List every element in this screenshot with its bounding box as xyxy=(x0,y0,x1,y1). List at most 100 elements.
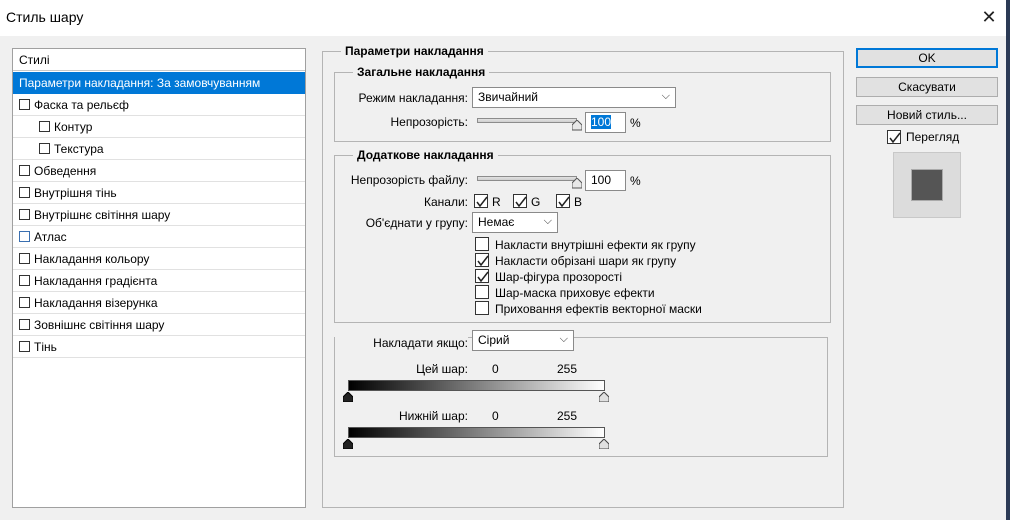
advanced-option-checkbox[interactable] xyxy=(475,285,489,299)
fill-opacity-slider-thumb-icon[interactable] xyxy=(572,178,582,189)
style-checkbox[interactable] xyxy=(39,121,50,132)
channel-b-checkbox[interactable] xyxy=(556,194,570,208)
this-layer-black-slider-icon[interactable] xyxy=(343,392,353,402)
knockout-dropdown[interactable]: Немає ⌵ xyxy=(472,212,558,233)
style-item[interactable]: Внутрішня тінь xyxy=(13,182,305,204)
style-checkbox[interactable] xyxy=(19,187,30,198)
style-item-label: Контур xyxy=(54,120,93,134)
this-layer-max: 255 xyxy=(557,362,578,376)
advanced-option-checkbox[interactable] xyxy=(475,301,489,315)
advanced-option-checkbox[interactable] xyxy=(475,269,489,283)
style-item-label: Параметри накладання: За замовчуванням xyxy=(19,76,261,90)
style-item[interactable]: Контур xyxy=(13,116,305,138)
styles-list: Стилі Параметри накладання: За замовчува… xyxy=(12,48,306,508)
underlying-layer-label: Нижній шар: xyxy=(398,409,468,423)
blend-mode-label: Режим накладання: xyxy=(358,91,468,105)
underlying-layer-white-slider-icon[interactable] xyxy=(599,439,609,449)
fill-opacity-percent: % xyxy=(630,174,641,188)
style-item[interactable]: Атлас xyxy=(13,226,305,248)
knockout-value: Немає xyxy=(478,215,515,229)
style-item[interactable]: Накладання градієнта xyxy=(13,270,305,292)
underlying-layer-gradient[interactable] xyxy=(348,427,605,438)
style-item[interactable]: Зовнішнє світіння шару xyxy=(13,314,305,336)
style-item-label: Атлас xyxy=(34,230,67,244)
preview-swatch xyxy=(911,169,943,201)
checkmark-icon xyxy=(889,132,901,144)
checkmark-icon xyxy=(515,196,527,208)
style-item-label: Тінь xyxy=(34,340,57,354)
style-checkbox[interactable] xyxy=(19,275,30,286)
opacity-slider-thumb-icon[interactable] xyxy=(572,120,582,131)
close-icon[interactable]: ✕ xyxy=(980,6,998,28)
blending-options-group: Параметри накладання Загальне накладання… xyxy=(322,44,844,508)
style-item[interactable]: Текстура xyxy=(13,138,305,160)
style-checkbox[interactable] xyxy=(19,297,30,308)
style-item[interactable]: Накладання кольору xyxy=(13,248,305,270)
cancel-button[interactable]: Скасувати xyxy=(856,77,998,97)
style-checkbox[interactable] xyxy=(19,209,30,220)
blend-mode-dropdown[interactable]: Звичайний ⌵ xyxy=(472,87,676,108)
opacity-value: 100 xyxy=(591,115,612,129)
new-style-button[interactable]: Новий стиль... xyxy=(856,105,998,125)
chevron-down-icon: ⌵ xyxy=(543,215,552,227)
background-window-edge xyxy=(1006,0,1010,520)
ok-button[interactable]: OK xyxy=(856,48,998,68)
style-item-label: Фаска та рельєф xyxy=(34,98,129,112)
channel-label: B xyxy=(574,195,583,209)
style-item[interactable]: Внутрішнє світіння шару xyxy=(13,204,305,226)
style-checkbox[interactable] xyxy=(19,99,30,110)
style-checkbox[interactable] xyxy=(19,231,30,242)
style-item[interactable]: Фаска та рельєф xyxy=(13,94,305,116)
checkmark-icon xyxy=(477,271,489,283)
styles-header: Стилі xyxy=(13,49,305,71)
channel-g-checkbox[interactable] xyxy=(513,194,527,208)
checkmark-icon xyxy=(476,196,488,208)
style-checkbox[interactable] xyxy=(19,341,30,352)
blending-options-title: Параметри накладання xyxy=(341,44,488,58)
chevron-down-icon: ⌵ xyxy=(559,333,568,345)
underlying-layer-min: 0 xyxy=(492,409,499,423)
channel-label: R xyxy=(492,195,501,209)
advanced-option-checkbox[interactable] xyxy=(475,237,489,251)
style-item-label: Внутрішня тінь xyxy=(34,186,117,200)
channel-r-checkbox[interactable] xyxy=(474,194,488,208)
style-checkbox[interactable] xyxy=(19,319,30,330)
blend-if-value: Сірий xyxy=(478,333,510,347)
style-item[interactable]: Параметри накладання: За замовчуванням xyxy=(13,72,305,94)
underlying-layer-max: 255 xyxy=(557,409,578,423)
advanced-option-label: Накласти внутрішні ефекти як групу xyxy=(495,238,696,252)
this-layer-white-slider-icon[interactable] xyxy=(599,392,609,402)
blend-if-group: Накладати якщо: Сірий ⌵ Цей шар: 0 255 Н… xyxy=(334,330,828,457)
style-item-label: Внутрішнє світіння шару xyxy=(34,208,171,222)
opacity-slider[interactable] xyxy=(477,118,577,123)
advanced-option-label: Накласти обрізані шари як групу xyxy=(495,254,677,268)
preview-checkbox[interactable] xyxy=(887,130,901,144)
opacity-input[interactable]: 100 xyxy=(585,112,626,133)
style-item-label: Накладання кольору xyxy=(34,252,150,266)
style-item[interactable]: Тінь xyxy=(13,336,305,358)
advanced-option-checkbox[interactable] xyxy=(475,253,489,267)
title-bar: Стиль шару ✕ xyxy=(0,0,1010,36)
style-item[interactable]: Накладання візерунка xyxy=(13,292,305,314)
blend-mode-value: Звичайний xyxy=(478,90,538,104)
preview-label: Перегляд xyxy=(906,130,960,144)
style-item-label: Накладання градієнта xyxy=(34,274,158,288)
fill-opacity-input[interactable]: 100 xyxy=(585,170,626,191)
fill-opacity-slider[interactable] xyxy=(477,176,577,181)
advanced-option-label: Приховання ефектів векторної маски xyxy=(495,302,702,316)
opacity-percent: % xyxy=(630,116,641,130)
general-blending-title: Загальне накладання xyxy=(353,65,490,79)
channels-label: Канали: xyxy=(423,195,468,209)
style-checkbox[interactable] xyxy=(19,253,30,264)
style-item-label: Текстура xyxy=(54,142,104,156)
style-preview xyxy=(893,152,961,218)
this-layer-min: 0 xyxy=(492,362,499,376)
blend-if-dropdown[interactable]: Сірий ⌵ xyxy=(472,330,574,351)
this-layer-gradient[interactable] xyxy=(348,380,605,391)
knockout-label: Об'єднати у групу: xyxy=(365,216,468,230)
style-checkbox[interactable] xyxy=(19,165,30,176)
chevron-down-icon: ⌵ xyxy=(661,90,670,102)
style-checkbox[interactable] xyxy=(39,143,50,154)
underlying-layer-black-slider-icon[interactable] xyxy=(343,439,353,449)
style-item[interactable]: Обведення xyxy=(13,160,305,182)
